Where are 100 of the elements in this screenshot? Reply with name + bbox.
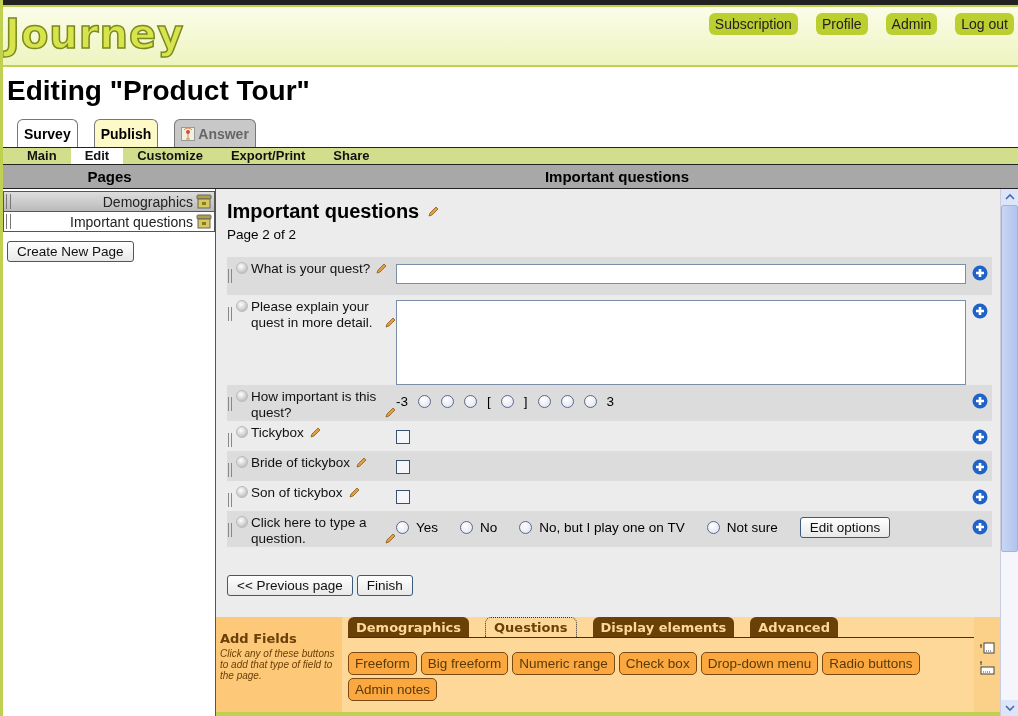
- drag-handle[interactable]: [228, 523, 232, 537]
- pages-heading: Pages: [86, 168, 133, 185]
- drag-handle[interactable]: [228, 463, 232, 477]
- add-icon[interactable]: [972, 489, 988, 505]
- nav-button[interactable]: Profile: [815, 13, 868, 35]
- field-tab[interactable]: Advanced: [750, 617, 838, 637]
- field-icon[interactable]: [979, 661, 995, 675]
- field-button[interactable]: Drop-down menu: [700, 652, 819, 675]
- pencil-icon[interactable]: [427, 205, 440, 218]
- pencil-icon[interactable]: [308, 427, 321, 439]
- radio-button[interactable]: [519, 520, 533, 534]
- pencil-icon[interactable]: [347, 487, 360, 499]
- question-label[interactable]: Click here to type a question.: [251, 515, 379, 547]
- nav-button[interactable]: Log out: [955, 13, 1014, 35]
- radio-button[interactable]: [560, 394, 574, 408]
- field-tab[interactable]: Display elements: [592, 617, 735, 637]
- radio-button[interactable]: [464, 394, 477, 408]
- field-button[interactable]: Admin notes: [348, 678, 438, 701]
- subnav-link[interactable]: Main: [13, 148, 71, 164]
- drag-handle[interactable]: [228, 307, 232, 321]
- drag-handle[interactable]: [228, 397, 232, 411]
- field-tab[interactable]: Questions: [485, 617, 577, 637]
- nav-button[interactable]: Admin: [885, 13, 938, 35]
- subnav-link[interactable]: Share: [319, 148, 384, 164]
- option-label: No: [480, 519, 498, 535]
- field-button[interactable]: Big freeform: [420, 652, 509, 675]
- scale-label: ]: [523, 393, 528, 409]
- folder-icon[interactable]: [196, 214, 212, 229]
- checkbox[interactable]: [396, 460, 410, 474]
- drag-handle[interactable]: [6, 214, 11, 229]
- pencil-icon[interactable]: [384, 317, 396, 329]
- drag-handle[interactable]: [6, 194, 11, 209]
- pencil-icon[interactable]: [384, 407, 396, 419]
- text-area[interactable]: [396, 300, 966, 385]
- antenna-icon: [181, 127, 196, 141]
- scale-label: [: [487, 393, 491, 409]
- radio-button[interactable]: [441, 394, 454, 408]
- question-label[interactable]: How important is this quest?: [251, 389, 379, 421]
- page-title: Editing "Product Tour": [7, 74, 311, 108]
- question-label[interactable]: Son of tickybox: [251, 485, 343, 501]
- drag-handle[interactable]: [228, 493, 232, 507]
- drag-handle[interactable]: [228, 269, 232, 283]
- radio-button[interactable]: [460, 520, 474, 534]
- create-page-button[interactable]: Create New Page: [7, 241, 134, 262]
- edit-options-button[interactable]: Edit options: [799, 516, 891, 538]
- subnav-link[interactable]: Edit: [70, 148, 124, 164]
- scroll-thumb[interactable]: [1001, 205, 1018, 552]
- text-field[interactable]: [396, 263, 966, 284]
- question-label[interactable]: Bride of tickybox: [251, 455, 351, 471]
- tab[interactable]: Publish: [93, 119, 159, 147]
- page-nav-button[interactable]: << Previous page: [227, 575, 353, 596]
- pencil-icon[interactable]: [355, 457, 368, 469]
- scroll-down-icon[interactable]: [1002, 702, 1017, 714]
- field-button[interactable]: Freeform: [348, 652, 417, 675]
- field-tab[interactable]: Demographics: [348, 617, 470, 637]
- radio-button[interactable]: [583, 394, 597, 408]
- checkbox[interactable]: [396, 490, 410, 504]
- option-label: Yes: [416, 519, 439, 535]
- nav-button[interactable]: Subscription: [708, 13, 798, 35]
- pencil-icon[interactable]: [384, 533, 396, 545]
- option-label: Not sure: [726, 519, 778, 535]
- field-button[interactable]: Numeric range: [512, 652, 615, 675]
- scrollbar[interactable]: [1000, 189, 1018, 716]
- page-label: Demographics: [101, 193, 193, 210]
- add-icon[interactable]: [972, 393, 988, 409]
- page-info: Page 2 of 2: [227, 227, 298, 242]
- page-item[interactable]: Demographics: [3, 191, 215, 212]
- drag-handle[interactable]: [228, 433, 232, 447]
- radio-button[interactable]: [418, 394, 431, 408]
- checkbox[interactable]: [396, 430, 410, 444]
- section-heading: Important questions: [543, 168, 691, 185]
- panel-hint: Click any of these buttons to add that type of field to the page.: [220, 648, 336, 681]
- add-icon[interactable]: [972, 429, 988, 445]
- field-button[interactable]: Check box: [618, 652, 697, 675]
- question-label[interactable]: Please explain your quest in more detail.: [251, 299, 379, 331]
- field-icon[interactable]: [979, 641, 995, 655]
- logo: Journey: [3, 10, 186, 59]
- page-nav-button[interactable]: Finish: [356, 575, 413, 596]
- page-item[interactable]: Important questions: [3, 212, 215, 232]
- field-button[interactable]: Radio buttons: [822, 652, 920, 675]
- tab[interactable]: Survey: [17, 119, 78, 147]
- radio-button[interactable]: [706, 520, 720, 534]
- question-label[interactable]: What is your quest?: [251, 261, 371, 277]
- option-label: No, but I play one on TV: [539, 519, 685, 535]
- page-label: Important questions: [69, 213, 193, 230]
- page-heading: Important questions: [227, 200, 420, 223]
- radio-button[interactable]: [537, 394, 551, 408]
- pencil-icon[interactable]: [375, 263, 388, 275]
- question-label[interactable]: Tickybox: [251, 425, 304, 441]
- folder-icon[interactable]: [196, 194, 212, 209]
- add-icon[interactable]: [972, 303, 988, 319]
- subnav-link[interactable]: Customize: [123, 148, 217, 164]
- subnav-link[interactable]: Export/Print: [216, 148, 320, 164]
- radio-button[interactable]: [396, 520, 409, 534]
- add-icon[interactable]: [972, 265, 988, 281]
- panel-title: Add Fields: [220, 631, 298, 646]
- add-icon[interactable]: [972, 459, 988, 475]
- radio-button[interactable]: [500, 394, 514, 408]
- scale-label: 3: [606, 393, 615, 409]
- add-icon[interactable]: [972, 519, 988, 535]
